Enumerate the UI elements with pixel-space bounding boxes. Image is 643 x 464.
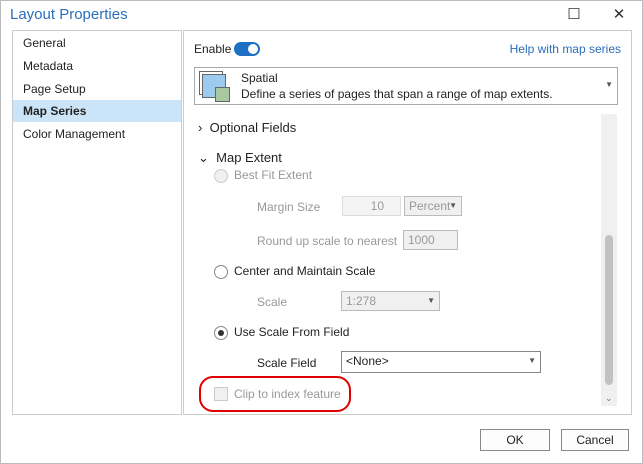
ok-button[interactable]: OK bbox=[480, 429, 550, 451]
map-series-panel: Enable Help with map series Spatial Defi… bbox=[183, 30, 632, 415]
scale-field-value: <None> bbox=[346, 354, 389, 368]
sidebar-item-map-series[interactable]: Map Series bbox=[13, 100, 181, 122]
red-annotation-circle bbox=[199, 376, 351, 412]
chevron-right-icon: › bbox=[198, 120, 203, 135]
map-extent-label: Map Extent bbox=[216, 150, 282, 165]
round-up-label: Round up scale to nearest bbox=[257, 234, 398, 248]
center-scale-label: Center and Maintain Scale bbox=[234, 264, 376, 278]
sidebar-item-color-management[interactable]: Color Management bbox=[13, 123, 181, 145]
scrollbar[interactable]: ⌄ bbox=[601, 114, 617, 406]
dialog-title: Layout Properties bbox=[10, 6, 128, 23]
help-link[interactable]: Help with map series bbox=[510, 42, 621, 56]
margin-size-stepper[interactable]: 10 bbox=[342, 196, 401, 216]
scale-field-dropdown[interactable]: <None> ▼ bbox=[341, 351, 541, 373]
margin-size-label: Margin Size bbox=[257, 200, 321, 214]
sidebar: General Metadata Page Setup Map Series C… bbox=[12, 30, 182, 415]
maximize-button[interactable]: ☐ bbox=[563, 4, 585, 26]
close-button[interactable]: ✕ bbox=[608, 4, 630, 26]
scale-label: Scale bbox=[257, 295, 288, 309]
enable-label: Enable bbox=[194, 42, 232, 56]
sidebar-item-metadata[interactable]: Metadata bbox=[13, 55, 181, 77]
scale-value: 1:278 bbox=[346, 294, 377, 308]
use-scale-field-radio[interactable] bbox=[214, 326, 228, 340]
best-fit-label: Best Fit Extent bbox=[234, 168, 313, 182]
map-extent-expander[interactable]: ⌄ Map Extent bbox=[198, 150, 282, 166]
sidebar-item-general[interactable]: General bbox=[13, 32, 181, 54]
series-type-description: Define a series of pages that span a ran… bbox=[241, 87, 553, 101]
margin-unit-value: Percent bbox=[409, 199, 451, 213]
round-up-input[interactable]: 1000 bbox=[403, 230, 458, 250]
scroll-down-icon[interactable]: ⌄ bbox=[605, 393, 613, 404]
chevron-down-icon: ⌄ bbox=[198, 150, 209, 165]
spatial-series-icon bbox=[199, 71, 230, 102]
sidebar-item-page-setup[interactable]: Page Setup bbox=[13, 78, 181, 100]
scale-field-label: Scale Field bbox=[257, 356, 317, 370]
center-scale-radio[interactable] bbox=[214, 265, 228, 279]
chevron-down-icon: ▼ bbox=[605, 80, 613, 89]
margin-unit-dropdown[interactable]: Percent ▼ bbox=[404, 196, 462, 216]
optional-fields-label: Optional Fields bbox=[209, 120, 297, 135]
series-type-dropdown[interactable]: Spatial Define a series of pages that sp… bbox=[194, 67, 618, 105]
best-fit-radio[interactable] bbox=[214, 169, 228, 183]
cancel-button[interactable]: Cancel bbox=[561, 429, 629, 451]
series-type-title: Spatial bbox=[241, 71, 278, 85]
scale-dropdown[interactable]: 1:278 ▼ bbox=[341, 291, 440, 311]
enable-toggle[interactable] bbox=[234, 42, 260, 56]
optional-fields-expander[interactable]: › Optional Fields bbox=[198, 120, 296, 135]
use-scale-field-label: Use Scale From Field bbox=[234, 325, 350, 339]
scrollbar-thumb[interactable] bbox=[605, 235, 613, 385]
